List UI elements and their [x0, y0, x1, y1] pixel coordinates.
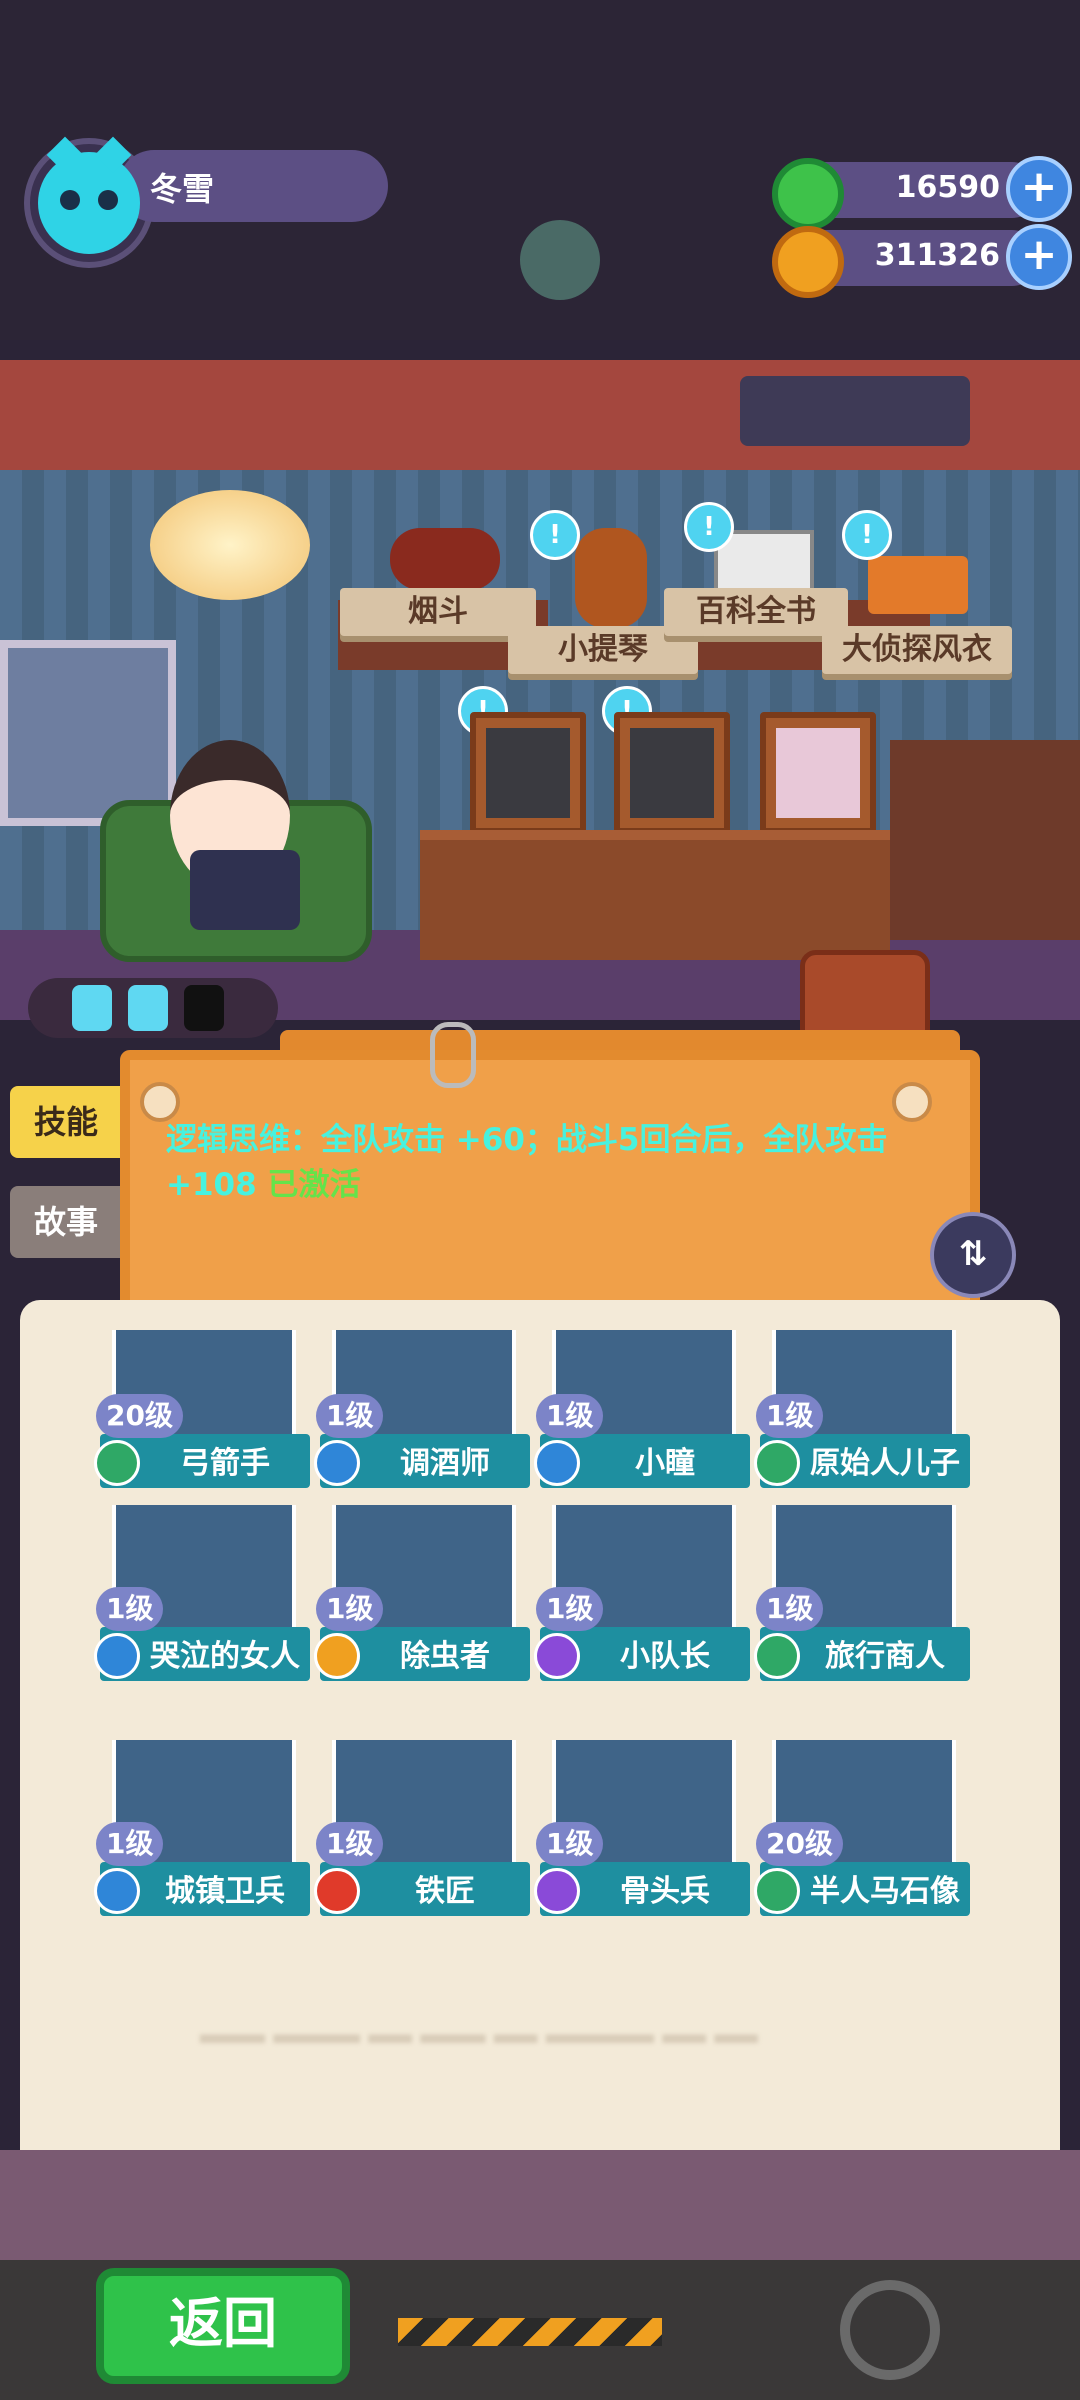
character-card[interactable]: 1级 城镇卫兵 — [94, 1740, 310, 1960]
energy-cell-full-icon — [72, 985, 112, 1031]
picture-frame[interactable] — [470, 712, 586, 834]
character-card[interactable]: 20级半人马石像 — [754, 1740, 970, 1960]
add-currency-1-button[interactable]: + — [1006, 156, 1072, 222]
character-card[interactable]: 1级 骨头兵 — [534, 1740, 750, 1960]
rarity-gem-icon — [94, 1633, 140, 1679]
fan-decoration — [520, 220, 600, 300]
character-level: 1级 — [536, 1587, 604, 1631]
pin-icon — [140, 1082, 180, 1122]
character-name: 旅行商人 — [825, 1639, 945, 1674]
character-card[interactable]: 1级 铁匠 — [314, 1740, 530, 1960]
character-card[interactable]: 1级哭泣的女人 — [94, 1505, 310, 1725]
character-level: 1级 — [96, 1822, 164, 1866]
desk — [420, 830, 890, 960]
character-level: 1级 — [536, 1394, 604, 1438]
pin-icon — [892, 1082, 932, 1122]
skill-description: 逻辑思维：全队攻击 +60；战斗5回合后，全队攻击 +108 已激活 — [166, 1118, 926, 1208]
character-name: 铁匠 — [415, 1874, 475, 1909]
rarity-gem-icon — [754, 1633, 800, 1679]
swap-icon[interactable]: ⇅ — [930, 1212, 1016, 1298]
rarity-gem-icon — [534, 1633, 580, 1679]
green-ring-coin-icon — [772, 158, 844, 230]
character-name: 骨头兵 — [620, 1874, 710, 1909]
item-label-pipe: 烟斗 — [340, 588, 536, 636]
blurred-page-text: ▂▂▂ ▂▂▂▂ ▂▂ ▂▂▂ ▂▂ ▂▂▂▂▂ ▂▂ ▂▂ — [200, 2010, 758, 2043]
item-label-encyclopedia: 百科全书 — [664, 588, 848, 636]
detective-coat-item[interactable] — [868, 556, 968, 614]
character-level: 20级 — [96, 1394, 183, 1438]
energy-cell-full-icon — [128, 985, 168, 1031]
character-name: 小队长 — [620, 1639, 710, 1674]
rarity-gem-icon — [534, 1868, 580, 1914]
rarity-gem-icon — [754, 1440, 800, 1486]
picture-frame[interactable] — [614, 712, 730, 834]
info-bubble-icon[interactable]: ! — [842, 510, 892, 560]
character-body — [190, 850, 300, 930]
character-name: 半人马石像 — [810, 1874, 960, 1909]
character-name: 小瞳 — [635, 1446, 695, 1481]
gear-icon — [840, 2280, 940, 2380]
character-level: 1级 — [316, 1822, 384, 1866]
character-level: 1级 — [316, 1587, 384, 1631]
rarity-gem-icon — [94, 1868, 140, 1914]
pipe-item[interactable] — [390, 528, 500, 590]
character-level: 1级 — [756, 1394, 824, 1438]
character-level: 1级 — [756, 1587, 824, 1631]
player-name: 冬雪 — [150, 170, 215, 208]
book-base — [0, 2150, 1080, 2270]
character-name: 弓箭手 — [180, 1446, 270, 1481]
character-name: 除虫者 — [400, 1639, 490, 1674]
window — [0, 640, 176, 826]
ghost-panel — [740, 376, 970, 446]
energy-bar — [28, 978, 278, 1038]
character-name: 调酒师 — [400, 1446, 490, 1481]
info-bubble-icon[interactable]: ! — [684, 502, 734, 552]
info-bubble-icon[interactable]: ! — [530, 510, 580, 560]
rarity-gem-icon — [314, 1633, 360, 1679]
character-card[interactable]: 1级 旅行商人 — [754, 1505, 970, 1725]
character-level: 1级 — [316, 1394, 384, 1438]
character-name: 城镇卫兵 — [165, 1874, 285, 1909]
cat-avatar-icon[interactable] — [38, 152, 140, 254]
picture-frame[interactable] — [760, 712, 876, 834]
character-level: 1级 — [96, 1587, 164, 1631]
character-level: 20级 — [756, 1822, 843, 1866]
add-currency-2-button[interactable]: + — [1006, 224, 1072, 290]
chandelier — [150, 490, 310, 600]
violin-item[interactable] — [575, 528, 647, 628]
character-name: 原始人儿子 — [810, 1446, 960, 1481]
character-name: 哭泣的女人 — [150, 1639, 300, 1674]
character-card[interactable]: 1级 小队长 — [534, 1505, 750, 1725]
rarity-gem-icon — [314, 1868, 360, 1914]
rarity-gem-icon — [754, 1868, 800, 1914]
skill-status: 已激活 — [267, 1167, 361, 1203]
planet-coin-icon — [772, 226, 844, 298]
character-level: 1级 — [536, 1822, 604, 1866]
bookcase — [890, 740, 1080, 940]
item-label-detective-coat: 大侦探风衣 — [822, 626, 1012, 674]
hazard-stripe — [398, 2318, 662, 2346]
rarity-gem-icon — [314, 1440, 360, 1486]
back-button[interactable]: 返回 — [96, 2268, 350, 2384]
character-card[interactable]: 1级 除虫者 — [314, 1505, 530, 1725]
tab-story[interactable]: 故事 — [10, 1186, 122, 1258]
paperclip-icon — [430, 1022, 476, 1088]
tab-skill[interactable]: 技能 — [10, 1086, 122, 1158]
rarity-gem-icon — [94, 1440, 140, 1486]
energy-cell-empty-icon — [184, 985, 224, 1031]
rarity-gem-icon — [534, 1440, 580, 1486]
